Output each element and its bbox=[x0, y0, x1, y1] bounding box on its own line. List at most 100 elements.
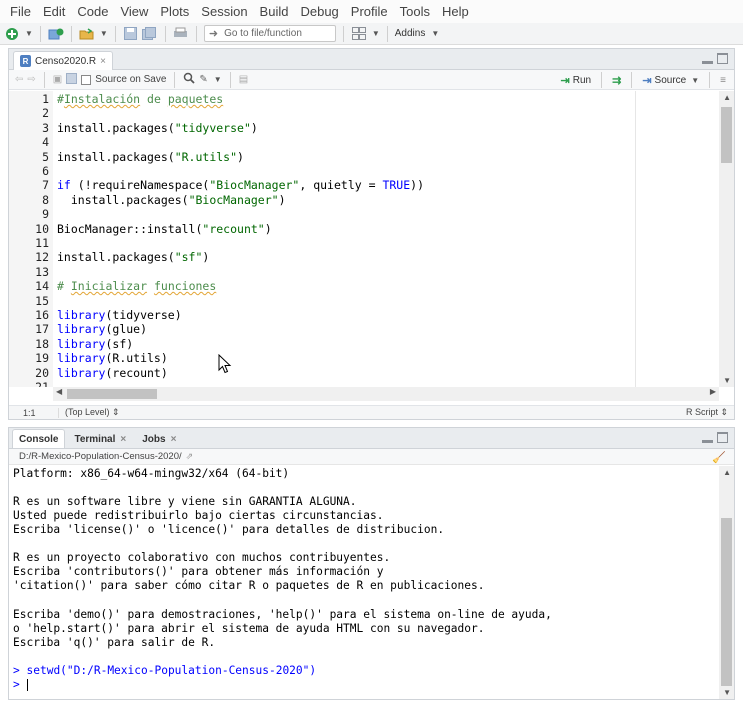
toolbar-divider bbox=[195, 25, 197, 42]
code-line[interactable]: install.packages("tidyverse") bbox=[57, 121, 258, 135]
show-in-window-icon[interactable]: ▣ bbox=[53, 74, 62, 85]
menu-item-view[interactable]: View bbox=[114, 0, 154, 23]
run-group: ⇥ Run ⇉ ⇥ Source ▼ ≡ bbox=[561, 72, 726, 88]
line-number: 17 bbox=[35, 322, 49, 337]
outline-icon[interactable]: ≡ bbox=[720, 75, 726, 86]
toolbar-divider bbox=[43, 71, 45, 88]
toolbar-divider bbox=[631, 72, 633, 88]
console-output[interactable]: Platform: x86_64-w64-mingw32/x64 (64-bit… bbox=[9, 466, 721, 699]
console-vertical-scrollbar[interactable]: ▲ ▼ bbox=[719, 466, 734, 699]
line-number-gutter: 12345678910111213141516171819202122 bbox=[9, 91, 53, 387]
menu-item-profile[interactable]: Profile bbox=[345, 0, 394, 23]
code-editor[interactable]: 12345678910111213141516171819202122 #Ins… bbox=[9, 91, 734, 387]
scrollbar-thumb[interactable] bbox=[721, 518, 732, 686]
tab-console[interactable]: Console bbox=[12, 429, 66, 448]
console-input-line[interactable]: > bbox=[13, 678, 28, 692]
code-line[interactable]: library(R.utils) bbox=[57, 351, 168, 365]
menu-item-edit[interactable]: Edit bbox=[37, 0, 71, 23]
minimize-pane-icon[interactable] bbox=[702, 53, 713, 64]
tab-censo2020-r[interactable]: R Censo2020.R × bbox=[13, 51, 113, 70]
scrollbar-thumb[interactable] bbox=[721, 107, 732, 163]
search-icon[interactable] bbox=[183, 72, 196, 87]
toolbar-divider bbox=[164, 25, 166, 42]
scope-selector[interactable]: (Top Level) ⇕ bbox=[59, 407, 120, 418]
console-line: Escriba 'contributors()' para obtener má… bbox=[13, 565, 384, 579]
editor-horizontal-scrollbar[interactable]: ◀ ▶ bbox=[53, 387, 719, 401]
scroll-right-icon[interactable]: ▶ bbox=[710, 387, 716, 396]
code-line[interactable]: BiocManager::install("recount") bbox=[57, 222, 272, 236]
source-label: Source bbox=[654, 74, 687, 86]
tab-label: Jobs bbox=[142, 433, 166, 445]
scroll-left-icon[interactable]: ◀ bbox=[56, 387, 62, 396]
menu-item-debug[interactable]: Debug bbox=[294, 0, 344, 23]
tab-jobs[interactable]: Jobs × bbox=[135, 429, 183, 448]
run-button[interactable]: ⇥ Run bbox=[561, 74, 592, 87]
close-icon[interactable]: × bbox=[120, 434, 126, 445]
go-to-directory-icon[interactable]: ⇗ bbox=[186, 451, 194, 462]
source-on-save-checkbox[interactable] bbox=[81, 74, 92, 85]
code-line[interactable]: # Inicializar funciones bbox=[57, 279, 216, 293]
chevron-down-icon[interactable]: ▼ bbox=[25, 29, 33, 38]
close-icon[interactable]: × bbox=[171, 434, 177, 445]
menu-item-code[interactable]: Code bbox=[71, 0, 114, 23]
editor-vertical-scrollbar[interactable]: ▲ ▼ bbox=[719, 91, 734, 387]
compile-report-icon[interactable]: ▤ bbox=[239, 74, 248, 85]
scrollbar-thumb[interactable] bbox=[67, 389, 157, 399]
grid-layout-icon[interactable] bbox=[351, 26, 367, 42]
toolbar-divider bbox=[39, 25, 41, 42]
code-line[interactable]: install.packages("R.utils") bbox=[57, 150, 244, 164]
code-line[interactable]: library(sf) bbox=[57, 337, 133, 351]
pane-window-controls bbox=[702, 53, 728, 64]
line-number: 6 bbox=[42, 164, 49, 178]
console-tab-bar: Console Terminal × Jobs × bbox=[9, 428, 734, 449]
scroll-down-icon[interactable]: ▼ bbox=[723, 688, 731, 697]
code-lines[interactable]: #Instalación de paquetes install.packages… bbox=[57, 91, 637, 387]
chevron-down-icon[interactable]: ▼ bbox=[214, 75, 222, 84]
code-line[interactable]: library(tidyverse) bbox=[57, 308, 182, 322]
clear-console-icon[interactable]: 🧹 bbox=[712, 451, 726, 464]
scroll-up-icon[interactable]: ▲ bbox=[723, 468, 731, 477]
menu-item-file[interactable]: File bbox=[4, 0, 37, 23]
code-line[interactable]: #Instalación de paquetes bbox=[57, 92, 223, 106]
source-button[interactable]: ⇥ Source ▼ bbox=[642, 74, 699, 87]
forward-arrow-icon[interactable]: ⇨ bbox=[27, 74, 35, 85]
save-all-icon[interactable] bbox=[142, 26, 158, 42]
menu-item-build[interactable]: Build bbox=[254, 0, 295, 23]
code-line[interactable]: library(glue) bbox=[57, 322, 147, 336]
scroll-down-icon[interactable]: ▼ bbox=[723, 376, 731, 385]
tab-terminal[interactable]: Terminal × bbox=[67, 429, 133, 448]
toolbar-divider bbox=[114, 25, 116, 42]
code-line[interactable]: install.packages("BiocManager") bbox=[57, 193, 286, 207]
save-icon[interactable] bbox=[123, 26, 139, 42]
open-file-icon[interactable] bbox=[79, 26, 95, 42]
addins-label: Addins bbox=[394, 28, 426, 39]
magic-wand-icon[interactable]: ✎ bbox=[199, 74, 207, 85]
print-icon[interactable] bbox=[173, 26, 189, 42]
menu-item-tools[interactable]: Tools bbox=[394, 0, 436, 23]
back-arrow-icon[interactable]: ⇦ bbox=[15, 74, 23, 85]
menu-item-session[interactable]: Session bbox=[195, 0, 253, 23]
code-line[interactable]: library(recount) bbox=[57, 366, 168, 380]
addins-button[interactable]: Addins ▼ bbox=[395, 28, 440, 39]
scroll-up-icon[interactable]: ▲ bbox=[723, 93, 731, 102]
console-line: Escriba 'q()' para salir de R. bbox=[13, 635, 216, 649]
rerun-button[interactable]: ⇉ bbox=[612, 74, 621, 87]
maximize-pane-icon[interactable] bbox=[717, 53, 728, 64]
chevron-down-icon[interactable]: ▼ bbox=[100, 29, 108, 38]
pane-window-controls bbox=[702, 432, 728, 443]
minimize-pane-icon[interactable] bbox=[702, 432, 713, 443]
new-project-icon[interactable] bbox=[48, 26, 64, 42]
chevron-down-icon[interactable]: ▼ bbox=[372, 29, 380, 38]
code-line[interactable]: install.packages("sf") bbox=[57, 250, 209, 264]
menu-item-help[interactable]: Help bbox=[436, 0, 475, 23]
close-icon[interactable]: × bbox=[100, 56, 106, 67]
save-icon[interactable] bbox=[66, 72, 78, 87]
working-directory-bar: D:/R-Mexico-Population-Census-2020/ ⇗ 🧹 bbox=[9, 449, 734, 465]
toolbar-divider bbox=[70, 25, 72, 42]
goto-file-function-input[interactable]: ➜ Go to file/function bbox=[203, 25, 336, 42]
file-type-selector[interactable]: R Script ⇕ bbox=[686, 407, 728, 418]
maximize-pane-icon[interactable] bbox=[717, 432, 728, 443]
new-file-icon[interactable] bbox=[4, 26, 20, 42]
code-line[interactable]: if (!requireNamespace("BiocManager", qui… bbox=[57, 178, 424, 192]
menu-item-plots[interactable]: Plots bbox=[154, 0, 195, 23]
